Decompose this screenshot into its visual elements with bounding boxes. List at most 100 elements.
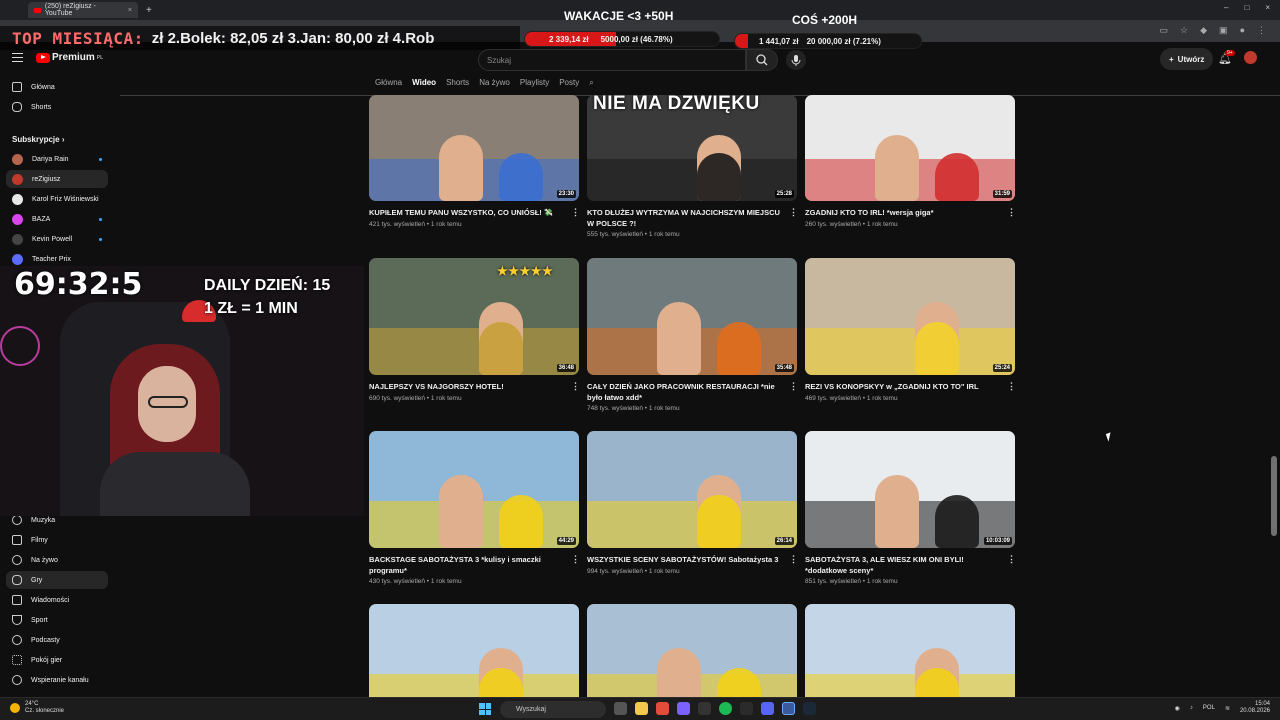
more-options-icon[interactable]: ⋮	[1007, 207, 1016, 218]
more-options-icon[interactable]: ⋮	[1007, 554, 1016, 565]
video-thumbnail[interactable]: NIE MA DŹWIĘKU 25:28	[587, 95, 797, 201]
sidebar-item-films[interactable]: Filmy	[6, 531, 108, 549]
tab-videos[interactable]: Wideo	[412, 78, 436, 88]
video-title[interactable]: ZGADNIJ KTO TO IRL! *wersja giga*	[805, 208, 1001, 219]
youtube-logo[interactable]: Premium PL	[36, 52, 103, 63]
scrollbar-thumb[interactable]	[1271, 456, 1277, 536]
sidebar-sub-baza[interactable]: BAZA	[6, 210, 108, 228]
more-options-icon[interactable]: ⋮	[1007, 381, 1016, 392]
speaker-icon[interactable]: ♪	[1190, 705, 1193, 711]
discord-icon[interactable]	[761, 702, 774, 715]
video-card[interactable]: 31:59 ZGADNIJ KTO TO IRL! *wersja giga* 26…	[805, 95, 1016, 228]
close-tab-icon[interactable]: ×	[128, 7, 132, 14]
sidebar-item-news[interactable]: Wiadomości	[6, 591, 108, 609]
account-avatar[interactable]	[1244, 51, 1257, 64]
taskbar-search[interactable]: Wyszukaj	[500, 701, 606, 718]
sidebar-item-podcasts[interactable]: Podcasty	[6, 631, 108, 649]
video-thumbnail[interactable]: 25:24	[805, 258, 1015, 375]
video-card[interactable]: 10:03:09 SABOTAŻYSTA 3, ALE WIESZ KIM ONI…	[805, 431, 1016, 585]
windows-start-icon[interactable]	[479, 703, 491, 715]
video-title[interactable]: NAJLEPSZY VS NAJGORSZY HOTEL!	[369, 382, 565, 393]
more-options-icon[interactable]: ⋮	[789, 554, 798, 565]
video-title[interactable]: SABOTAŻYSTA 3, ALE WIESZ KIM ONI BYLI! *…	[805, 555, 1001, 576]
more-options-icon[interactable]: ⋮	[789, 207, 798, 218]
trophy-icon	[12, 615, 22, 625]
clock[interactable]: 15:04 20.08.2026	[1240, 701, 1270, 715]
weather-widget[interactable]: 24°C Cz. słonecznie	[10, 701, 64, 715]
streamer-body	[100, 452, 250, 516]
task-view-icon[interactable]	[614, 702, 627, 715]
github-icon[interactable]	[698, 702, 711, 715]
extension-icon[interactable]: ◆	[1200, 25, 1207, 36]
sidebar-sub-rezigiusz[interactable]: reZigiusz	[6, 170, 108, 188]
tab-playlists[interactable]: Playlisty	[520, 78, 549, 88]
page-scrollbar[interactable]	[1271, 96, 1277, 694]
video-thumbnail[interactable]: 23:30	[369, 95, 579, 201]
new-tab-button[interactable]: +	[146, 5, 152, 16]
hamburger-menu-icon[interactable]	[12, 53, 23, 62]
video-card[interactable]: 26:14 WSZYSTKIE SCENY SABOTAŻYSTÓW! Sabot…	[587, 431, 798, 575]
video-card[interactable]: 35:48 CAŁY DZIEŃ JAKO PRACOWNIK RESTAURAC…	[587, 258, 798, 412]
chrome-icon[interactable]	[656, 702, 669, 715]
close-window-button[interactable]: ×	[1265, 3, 1270, 12]
video-card[interactable]: 23:30 KUPIŁEM TEMU PANU WSZYSTKO, CO UNIÓ…	[369, 95, 580, 228]
sidebar-item-live[interactable]: Na żywo	[6, 551, 108, 569]
wifi-icon[interactable]: ≋	[1225, 705, 1230, 712]
tab-live[interactable]: Na żywo	[479, 78, 510, 88]
voice-search-button[interactable]	[786, 50, 806, 70]
video-title[interactable]: CAŁY DZIEŃ JAKO PRACOWNIK RESTAURACJI *n…	[587, 382, 783, 403]
video-title[interactable]: KTO DŁUŻEJ WYTRZYMA W NAJCICHSZYM MIEJSC…	[587, 208, 783, 229]
menu-dots-icon[interactable]: ⋮	[1257, 25, 1266, 36]
subscriptions-heading[interactable]: Subskrypcje ›	[12, 135, 64, 144]
create-button[interactable]: + Utwórz	[1160, 48, 1214, 70]
video-card[interactable]: ★★★★★ 36:48 NAJLEPSZY VS NAJGORSZY HOTEL! 6…	[369, 258, 580, 402]
sidebar-sub-kevin-powell[interactable]: Kevin Powell	[6, 230, 108, 248]
sidebar-item-home[interactable]: Główna	[6, 78, 108, 96]
tab-posts[interactable]: Posty	[559, 78, 579, 88]
video-thumbnail[interactable]: ★★★★★ 36:48	[369, 258, 579, 375]
browser-tab[interactable]: (250) reZigiusz - YouTube ×	[28, 2, 138, 18]
star-icon[interactable]: ☆	[1180, 25, 1188, 36]
tab-shorts[interactable]: Shorts	[446, 78, 469, 88]
terminal-icon[interactable]	[740, 702, 753, 715]
spotify-icon[interactable]	[719, 702, 732, 715]
sidebar-item-game-room[interactable]: Pokój gier	[6, 651, 108, 669]
video-card[interactable]: NIE MA DŹWIĘKU 25:28 KTO DŁUŻEJ WYTRZYMA W…	[587, 95, 798, 238]
video-card[interactable]: 25:24 REZI VS KONOPSKYY w „ZGADNIJ KTO TO…	[805, 258, 1016, 402]
video-card[interactable]: 44:29 BACKSTAGE SABOTAŻYSTA 3 *kulisy i s…	[369, 431, 580, 585]
sidebar-item-sport[interactable]: Sport	[6, 611, 108, 629]
search-input[interactable]: Szukaj	[478, 49, 746, 71]
video-title[interactable]: REZI VS KONOPSKYY w „ZGADNIJ KTO TO" IRL	[805, 382, 1001, 393]
minimize-button[interactable]: –	[1224, 3, 1228, 12]
maximize-button[interactable]: □	[1244, 3, 1249, 12]
sidebar-sub-dariya-rain[interactable]: Dariya Rain	[6, 150, 108, 168]
video-thumbnail[interactable]: 26:14	[587, 431, 797, 548]
more-options-icon[interactable]: ⋮	[571, 381, 580, 392]
video-title[interactable]: KUPIŁEM TEMU PANU WSZYSTKO, CO UNIÓSŁ! 💸	[369, 208, 565, 219]
network-icon[interactable]: ◉	[1175, 705, 1180, 712]
video-thumbnail[interactable]: 31:59	[805, 95, 1015, 201]
sidebar-sub-karol-friz[interactable]: Karol Friz Wiśniewski	[6, 190, 108, 208]
sidebar-item-shorts[interactable]: Shorts	[6, 98, 108, 116]
puzzle-icon[interactable]: ▣	[1219, 25, 1228, 36]
search-button[interactable]	[746, 49, 778, 71]
cast-icon[interactable]: ▭	[1160, 25, 1169, 36]
profile-icon[interactable]: ●	[1240, 25, 1245, 36]
steam-icon[interactable]	[803, 702, 816, 715]
video-title[interactable]: BACKSTAGE SABOTAŻYSTA 3 *kulisy i smaczk…	[369, 555, 565, 576]
obs-icon[interactable]	[677, 702, 690, 715]
input-language[interactable]: POL	[1203, 705, 1215, 711]
more-options-icon[interactable]: ⋮	[571, 207, 580, 218]
video-thumbnail[interactable]: 44:29	[369, 431, 579, 548]
more-options-icon[interactable]: ⋮	[789, 381, 798, 392]
sidebar-item-channel-support[interactable]: Wspieranie kanału	[6, 671, 108, 689]
file-explorer-icon[interactable]	[635, 702, 648, 715]
tab-home[interactable]: Główna	[375, 78, 402, 88]
channel-search-icon[interactable]: ⌕	[589, 78, 593, 88]
video-thumbnail[interactable]: 35:48	[587, 258, 797, 375]
video-thumbnail[interactable]: 10:03:09	[805, 431, 1015, 548]
more-options-icon[interactable]: ⋮	[571, 554, 580, 565]
video-title[interactable]: WSZYSTKIE SCENY SABOTAŻYSTÓW! Sabotażyst…	[587, 555, 783, 566]
sidebar-item-gaming[interactable]: Gry	[6, 571, 108, 589]
active-app-icon[interactable]	[782, 702, 795, 715]
